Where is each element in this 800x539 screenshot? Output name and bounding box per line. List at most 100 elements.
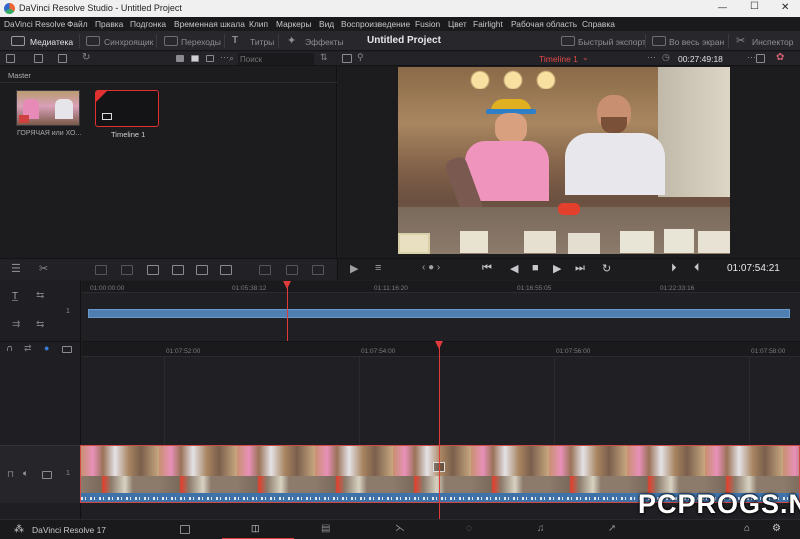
bypass-icon[interactable]	[756, 54, 765, 63]
audio-tools-icon[interactable]: ⇆	[36, 290, 44, 301]
menu-item-fusion[interactable]: Fusion	[415, 19, 440, 29]
mini-playhead[interactable]	[287, 281, 288, 341]
media-clip-timeline[interactable]	[95, 90, 159, 127]
lock-icon[interactable]: ⊓	[7, 469, 14, 480]
playhead[interactable]	[439, 341, 440, 519]
menu-item-file[interactable]: Файл	[67, 19, 88, 29]
cut-page-tab[interactable]: ◫	[222, 520, 294, 539]
menu-item-trim[interactable]: Подгонка	[130, 19, 166, 29]
menu-item-edit[interactable]: Правка	[95, 19, 123, 29]
bin-list-icon[interactable]	[6, 54, 15, 63]
snapping-icon[interactable]: ∩	[6, 343, 13, 354]
thumbnail-view-icon[interactable]	[176, 55, 184, 62]
stop-button[interactable]: ■	[532, 262, 539, 274]
fusion-page-icon[interactable]: ⋋	[395, 523, 405, 534]
card	[568, 233, 600, 254]
play-button[interactable]: ▶	[553, 262, 561, 275]
viewer-layout-icon[interactable]	[342, 54, 352, 63]
place-on-top-icon[interactable]	[196, 265, 208, 275]
zoom-icon[interactable]: ⚲	[357, 52, 364, 63]
source-overwrite-icon[interactable]	[312, 265, 324, 275]
media-pool-button[interactable]: Медиатека	[30, 37, 73, 47]
linked-selection-icon[interactable]: ⇄	[24, 343, 32, 354]
color-page-icon[interactable]: ◌	[466, 523, 472, 534]
mini-ruler-label: 01:11:16:20	[374, 285, 408, 292]
track-tools-icon[interactable]: T̲	[12, 291, 18, 302]
mini-playhead-handle[interactable]	[283, 281, 291, 289]
refresh-icon[interactable]: ↻	[82, 52, 90, 63]
transitions-button[interactable]: Переходы	[181, 37, 221, 47]
titles-button[interactable]: Титры	[250, 37, 274, 47]
menu-item-view[interactable]: Вид	[319, 19, 334, 29]
prev-edit-button[interactable]: ⏵	[671, 262, 677, 275]
playback-mode-icon[interactable]: ▶	[350, 262, 358, 275]
jog-control[interactable]: ‹ ● ›	[422, 262, 440, 273]
menu-item-help[interactable]: Справка	[582, 19, 615, 29]
viewer-options-icon[interactable]: ⋯	[747, 52, 756, 63]
overwrite-clip-icon[interactable]	[121, 265, 133, 275]
maximize-button[interactable]: ☐	[750, 1, 759, 12]
playhead-handle[interactable]	[435, 341, 443, 349]
close-button[interactable]: ✕	[781, 2, 789, 13]
monitor-icon[interactable]	[42, 471, 52, 479]
menu-item-clip[interactable]: Клип	[249, 19, 268, 29]
color-viewer-icon[interactable]: ✿	[776, 52, 784, 63]
new-bin-icon[interactable]	[34, 54, 43, 63]
mini-ruler-label: 01:22:33:16	[660, 285, 695, 292]
replace-clip-icon[interactable]	[147, 265, 159, 275]
menu-item-fairlight[interactable]: Fairlight	[473, 19, 503, 29]
mini-timeline[interactable]: 01:00:00:00 01:05:38:12 01:11:16:20 01:1…	[82, 281, 800, 341]
quick-export-button[interactable]: Быстрый экспорт	[578, 37, 646, 47]
go-to-end-button[interactable]: ⏭	[575, 262, 585, 275]
menu-item-workspace[interactable]: Рабочая область	[511, 19, 577, 29]
media-clip-video[interactable]	[16, 90, 80, 126]
video-track-tools-icon[interactable]: ⇉	[12, 319, 20, 330]
search-input[interactable]	[238, 53, 314, 65]
play-reverse-button[interactable]: ◀	[510, 262, 518, 275]
menu-item-timeline[interactable]: Временная шкала	[174, 19, 245, 29]
menu-item-davinci[interactable]: DaVinci Resolve	[4, 19, 65, 29]
transport-bar: ▶ ≡ ‹ ● › ⏮ ◀ ■ ▶ ⏭ ↻ ⏵ ⏴ 01:07:54:21	[338, 258, 800, 280]
list-view-icon[interactable]	[206, 55, 214, 62]
fullscreen-button[interactable]: Во весь экран	[669, 37, 724, 47]
menu-item-color[interactable]: Цвет	[448, 19, 467, 29]
next-edit-button[interactable]: ⏴	[694, 262, 700, 275]
sync-bin-button[interactable]: Синхроящик	[104, 37, 153, 47]
davinci-resolve-window: DaVinci Resolve Studio - Untitled Projec…	[0, 0, 800, 539]
fairlight-page-icon[interactable]: ♫	[537, 523, 545, 534]
effects-button[interactable]: Эффекты	[305, 37, 344, 47]
viewer-settings-icon[interactable]: ≡	[375, 262, 381, 274]
insert-clip-icon[interactable]	[95, 265, 107, 275]
inspector-button[interactable]: Инспектор	[752, 37, 793, 47]
clip-attributes-icon[interactable]: ☰	[11, 262, 21, 275]
minimize-button[interactable]: —	[718, 2, 727, 12]
ripple-overwrite-icon[interactable]	[259, 265, 271, 275]
position-lock-icon[interactable]: ●	[44, 343, 49, 353]
append-icon[interactable]	[220, 265, 232, 275]
timeline-dropdown-icon[interactable]: ⌄	[582, 53, 589, 62]
go-to-start-button[interactable]: ⏮	[482, 262, 492, 275]
timeline-selector[interactable]: Timeline 1	[539, 54, 578, 64]
import-icon[interactable]	[58, 54, 67, 63]
menu-item-playback[interactable]: Воспроизведение	[341, 19, 410, 29]
fit-to-fill-icon[interactable]	[172, 265, 184, 275]
mini-timeline-clip[interactable]	[88, 309, 790, 318]
close-up-icon[interactable]	[286, 265, 298, 275]
media-page-icon[interactable]	[180, 525, 190, 534]
speaker-icon[interactable]: 🔈︎	[23, 468, 28, 479]
viewer-menu-icon[interactable]: ⋯	[647, 52, 656, 63]
edit-page-icon[interactable]: ▤	[321, 523, 330, 534]
ruler-label: 01:07:52:00	[166, 348, 201, 355]
blade-icon[interactable]: ✂	[39, 262, 48, 275]
audio-track-tools-icon[interactable]: ⇆	[36, 319, 44, 330]
deliver-page-icon[interactable]: ➚	[608, 523, 616, 534]
video-frame[interactable]	[398, 67, 730, 254]
mini-ruler-label: 01:05:38:12	[232, 285, 267, 292]
flag-icon[interactable]	[62, 346, 72, 353]
menu-dots-icon[interactable]: ⋯	[220, 52, 229, 63]
sort-icon[interactable]: ⇅	[320, 52, 328, 63]
grid-view-icon[interactable]	[191, 55, 199, 62]
menu-item-markers[interactable]: Маркеры	[276, 19, 311, 29]
loop-button[interactable]: ↻	[602, 262, 611, 275]
mini-track-number: 1	[66, 308, 70, 315]
